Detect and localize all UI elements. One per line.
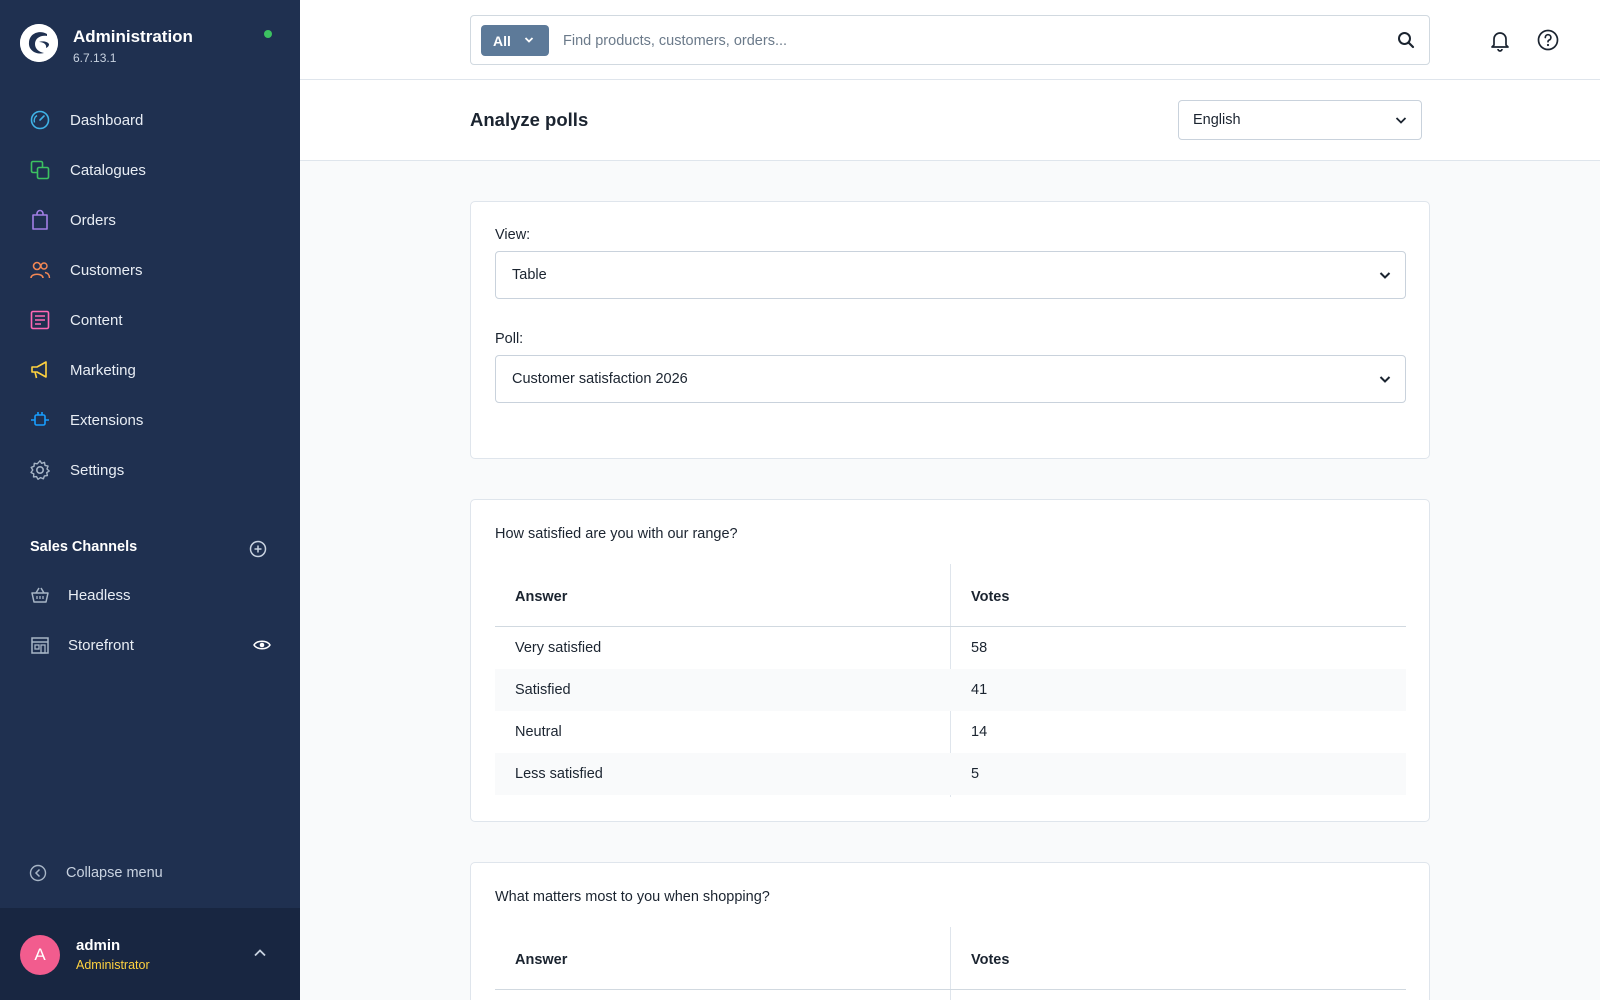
filter-card: View: Table Poll: Customer satisfaction …	[470, 201, 1430, 459]
sidebar: Administration 6.7.13.1 Dashboard Catalo…	[0, 0, 300, 1000]
nav-label: Content	[70, 311, 123, 329]
chevron-down-icon	[1379, 272, 1391, 279]
votes-cell: 41	[971, 682, 988, 698]
megaphone-icon	[31, 361, 47, 379]
nav-label: Orders	[70, 211, 116, 229]
shopping-bag-icon	[32, 209, 48, 230]
poll-select[interactable]: Customer satisfaction 2026	[495, 355, 1406, 403]
chevron-down-icon	[1379, 376, 1391, 383]
content-icon	[30, 310, 50, 330]
user-bar: A admin Administrator	[0, 908, 300, 1000]
global-search: All	[470, 15, 1430, 65]
table-row: Neutral 14	[495, 711, 1406, 753]
votes-cell: 14	[971, 724, 988, 740]
poll-value: Customer satisfaction 2026	[512, 371, 688, 387]
page-title: Analyze polls	[470, 109, 589, 130]
user-role: Administrator	[76, 958, 150, 972]
sales-channels-title: Sales Channels	[30, 539, 138, 555]
nav-item-extensions[interactable]: Extensions	[0, 395, 300, 445]
basket-icon	[31, 587, 49, 603]
nav-label: Settings	[70, 461, 125, 479]
storefront-icon	[31, 637, 49, 654]
collapse-icon	[29, 864, 47, 882]
nav-item-catalogues[interactable]: Catalogues	[0, 145, 300, 195]
table-header: Answer Votes	[495, 564, 1406, 627]
avatar[interactable]: A	[20, 935, 60, 975]
dashboard-gauge-icon	[30, 110, 50, 130]
votes-cell: 58	[971, 640, 988, 656]
results-table: Answer Votes Very satisfied 58 Satisfied…	[495, 564, 1406, 797]
table-header: Answer Votes	[495, 927, 1406, 990]
search-input[interactable]	[563, 26, 1363, 56]
nav-item-dashboard[interactable]: Dashboard	[0, 95, 300, 145]
chevron-down-icon	[524, 37, 534, 43]
main-nav: Dashboard Catalogues Orders Customers Co…	[0, 95, 300, 495]
status-indicator	[264, 30, 272, 38]
language-value: English	[1193, 112, 1241, 128]
page-header: Analyze polls English	[300, 80, 1600, 161]
column-header-answer[interactable]: Answer	[515, 952, 567, 968]
help-icon[interactable]	[1536, 28, 1560, 52]
chevron-up-icon[interactable]	[253, 948, 267, 958]
add-sales-channel-icon[interactable]	[249, 540, 267, 558]
results-table: Answer Votes	[495, 927, 1406, 1000]
customers-icon	[30, 261, 51, 279]
nav-label: Dashboard	[70, 111, 144, 129]
view-select[interactable]: Table	[495, 251, 1406, 299]
question-text: What matters most to you when shopping?	[495, 889, 770, 905]
table-row: Less satisfied 5	[495, 753, 1406, 795]
table-row: Very satisfied 58	[495, 627, 1406, 669]
collapse-menu-label: Collapse menu	[66, 865, 163, 881]
answer-cell: Very satisfied	[515, 640, 602, 656]
search-icon[interactable]	[1396, 30, 1416, 50]
nav-label: Customers	[70, 261, 143, 279]
user-name: admin	[76, 937, 121, 954]
collapse-menu-button[interactable]: Collapse menu	[29, 864, 163, 882]
column-header-votes[interactable]: Votes	[971, 589, 1009, 605]
answer-cell: Satisfied	[515, 682, 571, 698]
nav-item-content[interactable]: Content	[0, 295, 300, 345]
nav-label: Extensions	[70, 411, 144, 429]
sales-channel-storefront[interactable]: Storefront	[0, 622, 300, 668]
gear-icon	[30, 460, 50, 480]
view-label: View:	[495, 227, 531, 243]
language-select[interactable]: English	[1178, 100, 1422, 140]
eye-icon[interactable]	[253, 637, 271, 653]
votes-cell: 5	[971, 766, 980, 782]
sales-channel-headless[interactable]: Headless	[0, 572, 300, 618]
search-type-select[interactable]: All	[481, 25, 549, 56]
table-row: Satisfied 41	[495, 669, 1406, 711]
nav-label: Marketing	[70, 361, 136, 379]
answer-cell: Neutral	[515, 724, 562, 740]
question-text: How satisfied are you with our range?	[495, 526, 738, 542]
nav-label: Catalogues	[70, 161, 146, 179]
nav-item-customers[interactable]: Customers	[0, 245, 300, 295]
chevron-down-icon	[1395, 117, 1407, 124]
view-value: Table	[512, 267, 547, 283]
shopware-logo-icon[interactable]	[20, 24, 58, 62]
top-bar: All	[300, 0, 1600, 80]
poll-question-card: How satisfied are you with our range? An…	[470, 499, 1430, 822]
brand: Administration 6.7.13.1	[20, 22, 290, 72]
search-type-label: All	[493, 32, 511, 49]
column-header-votes[interactable]: Votes	[971, 952, 1009, 968]
nav-item-orders[interactable]: Orders	[0, 195, 300, 245]
bell-icon[interactable]	[1488, 28, 1512, 52]
sales-channel-label: Storefront	[68, 636, 134, 654]
plug-icon	[31, 412, 49, 426]
app-title: Administration	[73, 27, 193, 46]
poll-label: Poll:	[495, 331, 524, 347]
poll-question-card: What matters most to you when shopping? …	[470, 862, 1430, 1000]
app-version: 6.7.13.1	[73, 51, 117, 65]
answer-cell: Less satisfied	[515, 766, 603, 782]
nav-item-settings[interactable]: Settings	[0, 445, 300, 495]
sales-channel-label: Headless	[68, 586, 131, 604]
nav-item-marketing[interactable]: Marketing	[0, 345, 300, 395]
catalogue-icon	[30, 160, 50, 180]
column-header-answer[interactable]: Answer	[515, 589, 567, 605]
